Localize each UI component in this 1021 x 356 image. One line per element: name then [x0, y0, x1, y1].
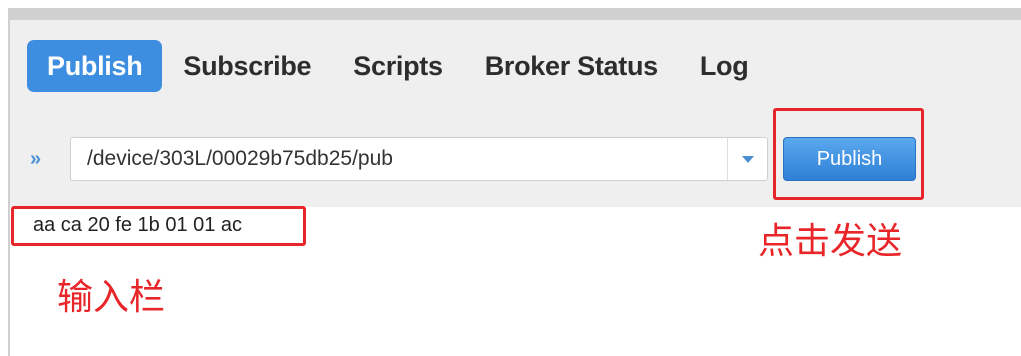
annotation-click-send: 点击发送 — [758, 221, 903, 262]
topic-combobox[interactable] — [70, 137, 768, 181]
annotation-box-publish — [773, 108, 924, 200]
tab-subscribe[interactable]: Subscribe — [162, 40, 332, 92]
topic-input[interactable] — [71, 138, 726, 180]
annotation-box-message — [11, 206, 306, 246]
tab-scripts[interactable]: Scripts — [332, 40, 463, 92]
top-strip — [0, 0, 1021, 8]
tab-publish[interactable]: Publish — [27, 40, 163, 92]
window-top-bar — [8, 8, 1021, 20]
tab-broker-status[interactable]: Broker Status — [464, 40, 679, 92]
topic-dropdown-button[interactable] — [728, 138, 768, 180]
expand-chevron-icon[interactable]: » — [30, 149, 52, 169]
chevron-down-icon — [742, 156, 754, 163]
annotation-input-field: 输入栏 — [57, 277, 166, 318]
tab-bar: Publish Subscribe Scripts Broker Status … — [27, 40, 769, 92]
tab-log[interactable]: Log — [679, 40, 770, 92]
